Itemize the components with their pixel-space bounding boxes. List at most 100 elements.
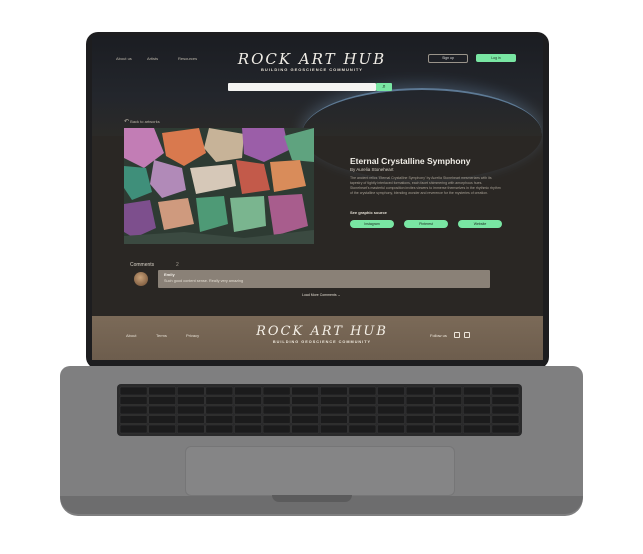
keyboard-key — [348, 396, 377, 405]
keyboard-key — [434, 386, 463, 396]
keyboard-key — [176, 396, 205, 405]
keyboard-key — [377, 424, 405, 434]
nav-resources[interactable]: Resources — [178, 56, 197, 61]
keyboard-key — [262, 396, 291, 405]
keyboard-key — [348, 405, 377, 415]
crystal-artwork-illustration — [124, 128, 314, 244]
site-logo[interactable]: ROCK ART HUB — [232, 50, 392, 68]
keyboard-key — [405, 405, 434, 415]
keyboard-key — [291, 405, 319, 415]
back-label: Back to artworks — [130, 119, 160, 124]
keyboard-key — [348, 415, 377, 424]
keyboard-key — [205, 386, 234, 396]
keyboard-key — [262, 405, 291, 415]
keyboard-key — [463, 386, 491, 396]
trackpad[interactable] — [185, 446, 455, 496]
linkedin-icon[interactable] — [464, 332, 470, 338]
footer-logo[interactable]: ROCK ART HUB — [242, 324, 402, 339]
artwork-description: The ancient relics 'Eternal Crystalline … — [350, 176, 501, 195]
keyboard-key — [377, 415, 405, 424]
keyboard-key — [291, 415, 319, 424]
keyboard-key — [463, 396, 491, 405]
keyboard-key — [491, 396, 520, 405]
keyboard-key — [291, 386, 319, 396]
keyboard-key — [234, 396, 262, 405]
keyboard-key — [491, 405, 520, 415]
chevron-down-icon: ⌄ — [337, 293, 341, 297]
keyboard-key — [463, 415, 491, 424]
keyboard-key — [119, 415, 148, 424]
keyboard-key — [262, 424, 291, 434]
artwork-title: Eternal Crystalline Symphony — [350, 156, 471, 166]
keyboard-key — [205, 405, 234, 415]
keyboard-key — [405, 424, 434, 434]
keyboard-key — [491, 386, 520, 396]
keyboard-key — [348, 386, 377, 396]
artwork-image — [124, 128, 314, 244]
keyboard-key — [234, 386, 262, 396]
keyboard-key — [405, 386, 434, 396]
screen: About us Artists Resources ROCK ART HUB … — [92, 36, 543, 360]
login-button[interactable]: Log in — [476, 54, 516, 62]
back-link[interactable]: ↶ Back to artworks — [124, 118, 160, 125]
keyboard-key — [148, 396, 176, 405]
source-link-website[interactable]: Website — [458, 220, 502, 228]
keyboard-key — [234, 415, 262, 424]
keyboard-key — [148, 415, 176, 424]
footer-nav-privacy[interactable]: Privacy — [186, 333, 199, 338]
keyboard-key — [405, 415, 434, 424]
source-link-pinterest[interactable]: Pinterest — [404, 220, 448, 228]
keyboard-key — [434, 405, 463, 415]
keyboard-key — [119, 424, 148, 434]
search-input[interactable] — [228, 83, 376, 91]
keyboard-key — [148, 386, 176, 396]
nav-artists[interactable]: Artists — [147, 56, 158, 61]
keyboard-key — [377, 396, 405, 405]
keyboard-key — [148, 424, 176, 434]
source-link-instagram[interactable]: Instagram — [350, 220, 394, 228]
artwork-author[interactable]: By Aurelia Stoneheart — [350, 167, 394, 172]
keyboard-key — [205, 424, 234, 434]
keyboard-key — [234, 424, 262, 434]
nav-about[interactable]: About us — [116, 56, 132, 61]
earth-horizon-graphic — [302, 88, 542, 180]
keyboard-key — [320, 405, 348, 415]
see-source-label: See graphic source — [350, 210, 387, 215]
keyboard-key — [320, 424, 348, 434]
keyboard-key — [434, 396, 463, 405]
search-icon: ⌕ — [382, 84, 386, 90]
search-button[interactable]: ⌕ — [376, 83, 392, 91]
back-arrow-icon: ↶ — [124, 119, 130, 125]
laptop-notch — [272, 495, 352, 502]
site-tagline: BUILDING GEOSCIENCE COMMUNITY — [261, 67, 363, 72]
footer-tagline: BUILDING GEOSCIENCE COMMUNITY — [272, 340, 372, 344]
keyboard-key — [434, 415, 463, 424]
keyboard-key — [234, 405, 262, 415]
keyboard-key — [377, 405, 405, 415]
footer-nav-terms[interactable]: Terms — [156, 333, 167, 338]
keyboard-key — [119, 396, 148, 405]
follow-label: Follow us — [430, 333, 447, 338]
keyboard-key — [320, 415, 348, 424]
keyboard-key — [291, 396, 319, 405]
instagram-icon[interactable] — [454, 332, 460, 338]
keyboard-key — [348, 424, 377, 434]
comment-username[interactable]: Emily — [164, 272, 175, 277]
keyboard-key — [491, 415, 520, 424]
keyboard — [117, 384, 522, 436]
keyboard-keys — [119, 386, 520, 434]
keyboard-key — [176, 386, 205, 396]
footer-nav-about[interactable]: About — [126, 333, 136, 338]
comments-heading: Comments — [130, 262, 155, 268]
keyboard-key — [463, 405, 491, 415]
comment-text: Such good content sense. Really very ama… — [164, 279, 244, 283]
keyboard-key — [434, 424, 463, 434]
keyboard-key — [491, 424, 520, 434]
signup-button[interactable]: Sign up — [428, 54, 468, 63]
keyboard-key — [176, 415, 205, 424]
keyboard-key — [205, 396, 234, 405]
keyboard-key — [176, 424, 205, 434]
keyboard-key — [377, 386, 405, 396]
keyboard-key — [262, 386, 291, 396]
load-more-button[interactable]: Load More Comments ⌄ — [302, 293, 341, 297]
